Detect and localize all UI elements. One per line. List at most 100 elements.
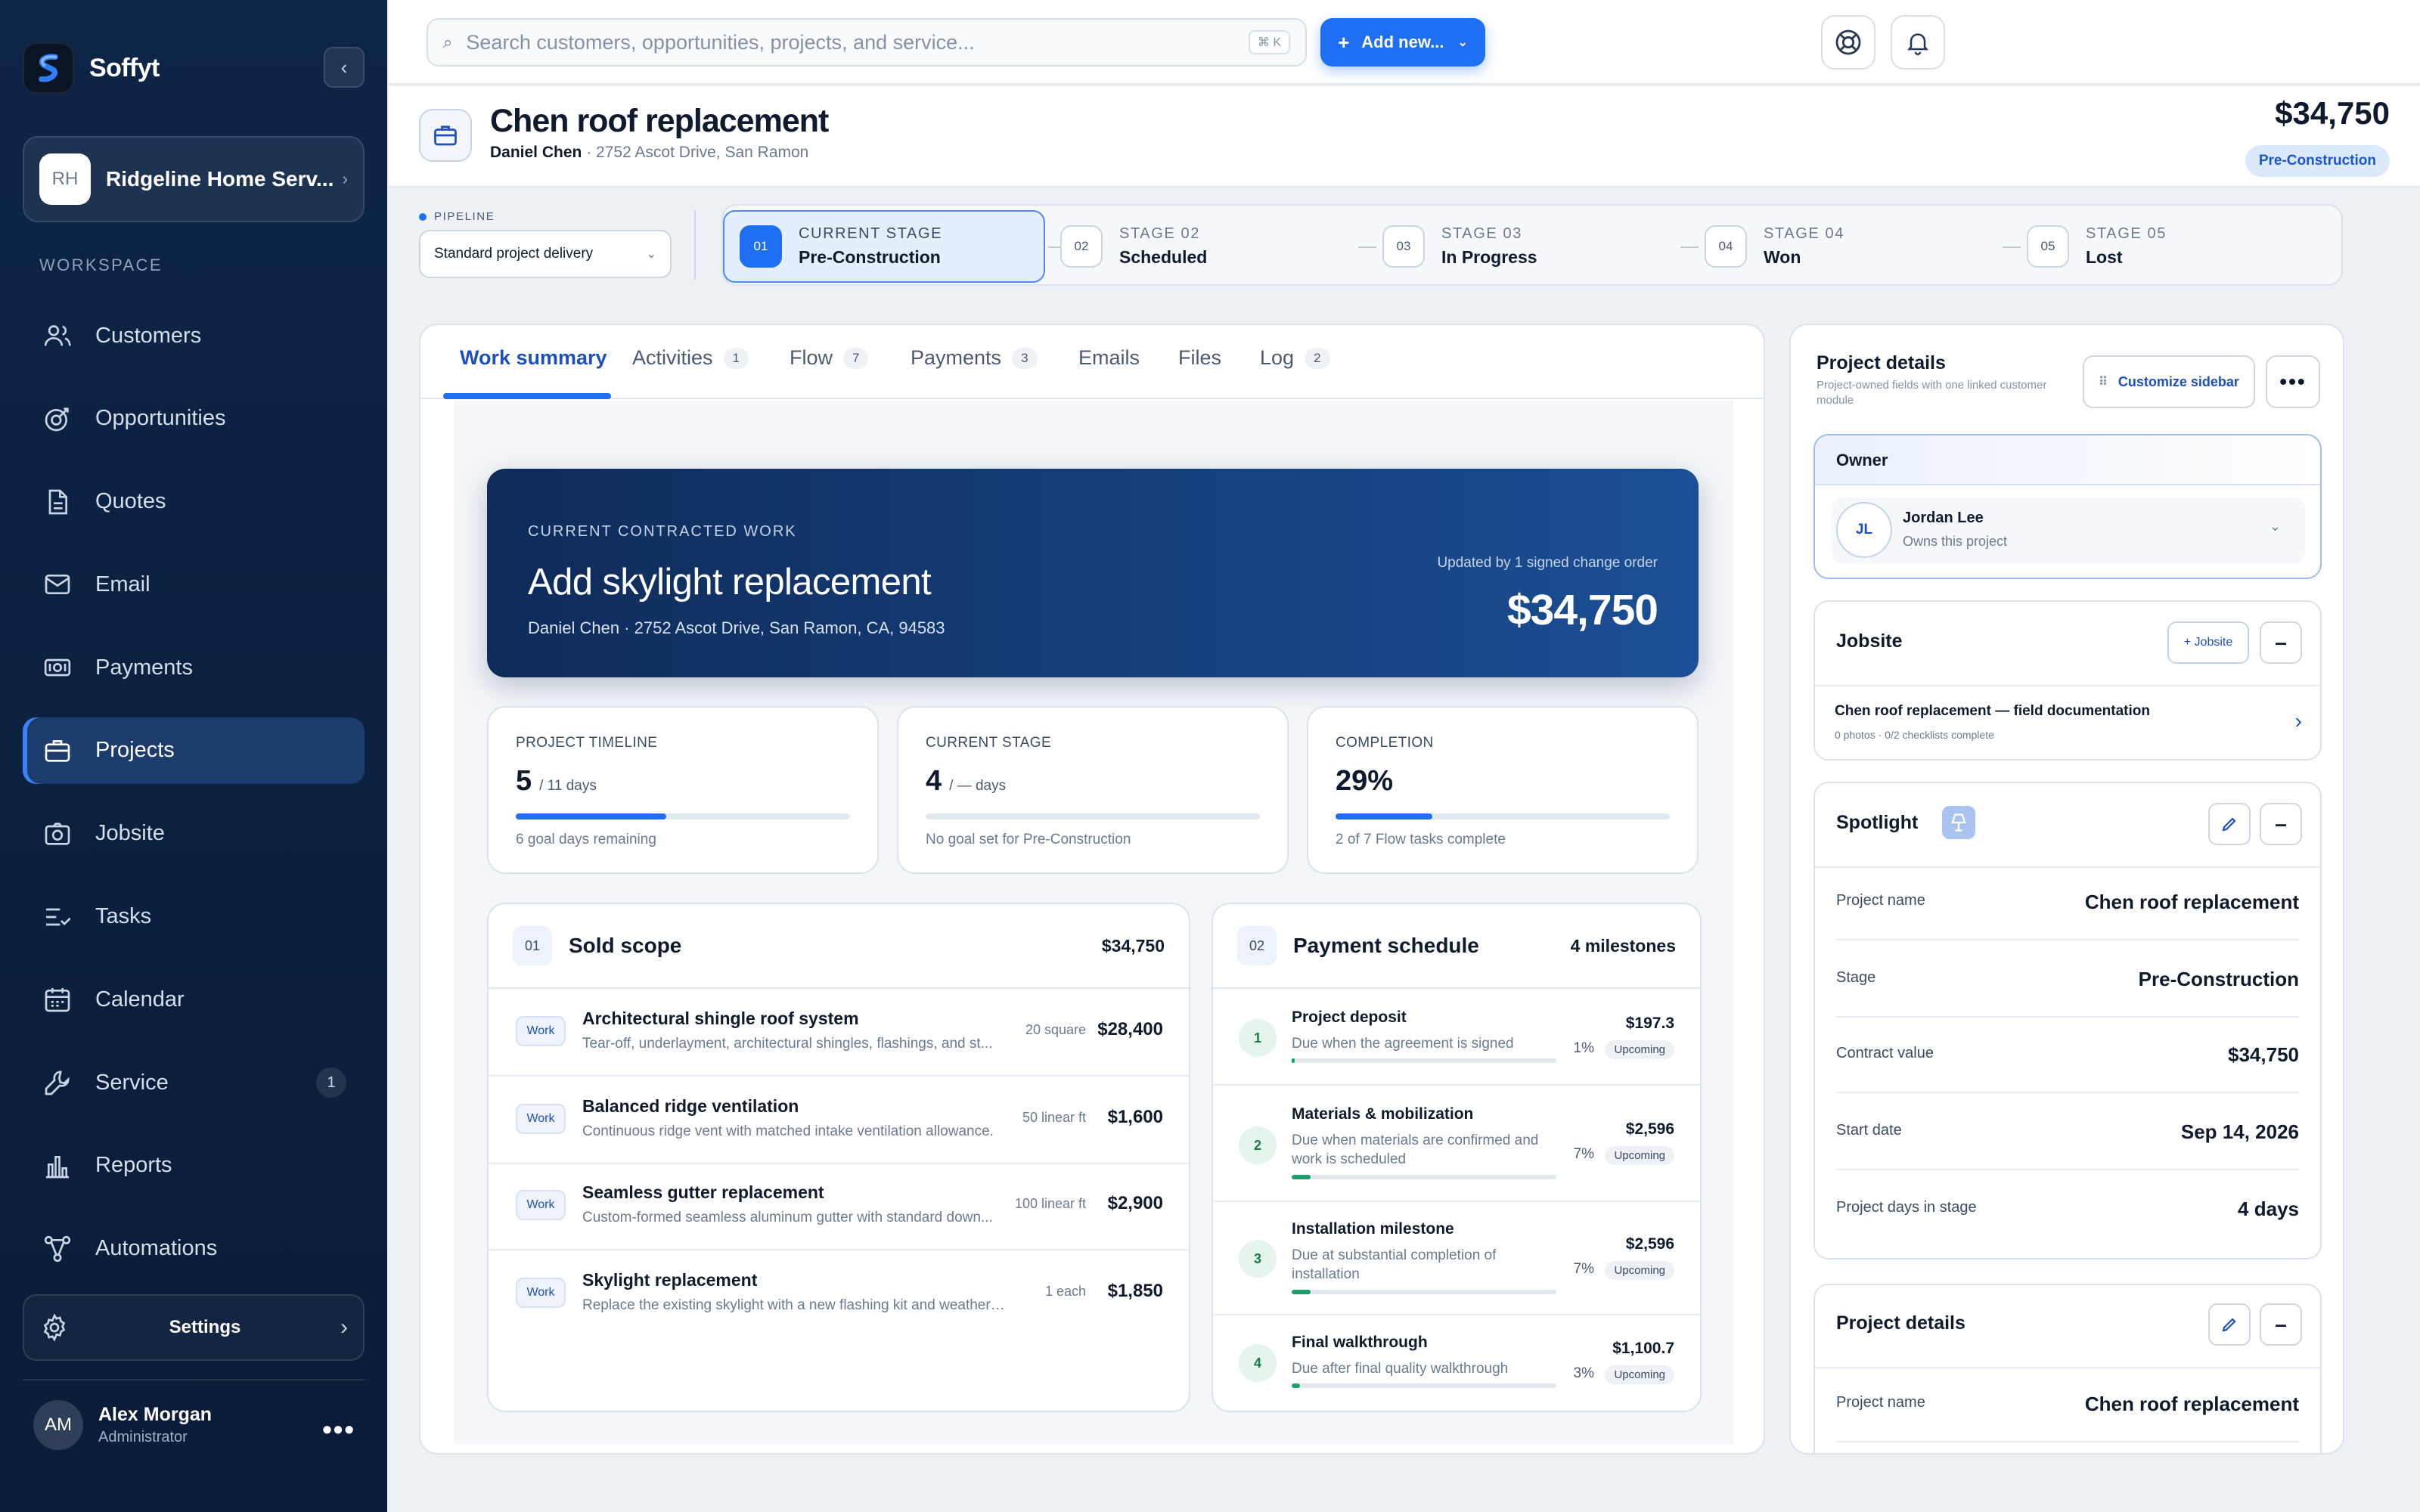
kpi-label: CURRENT STAGE <box>926 735 1052 751</box>
sidebar-item-projects[interactable]: Projects <box>23 717 365 784</box>
chevron-right-icon[interactable]: › <box>2295 709 2302 733</box>
list-item[interactable]: 4 Final walkthrough Due after final qual… <box>1213 1315 1700 1411</box>
field-value: Chen roof replacement <box>2084 1393 2299 1415</box>
collapse-details-button[interactable]: – <box>2260 1303 2302 1346</box>
tab-log[interactable]: Log 2 <box>1260 346 1330 370</box>
field-value: 4 days <box>2238 1198 2299 1220</box>
customize-sidebar-button[interactable]: ⠿ Customize sidebar <box>2083 355 2255 408</box>
user-role: Administrator <box>98 1429 188 1445</box>
add-jobsite-button[interactable]: + Jobsite <box>2167 621 2249 664</box>
dot-icon <box>419 212 427 221</box>
table-row[interactable]: Work Seamless gutter replacement Custom-… <box>489 1164 1189 1250</box>
field-start-date[interactable]: Start date Sep 14, 2026 <box>1836 1095 2299 1170</box>
list-item[interactable]: 2 Materials & mobilization Due when mate… <box>1213 1087 1700 1202</box>
field-days-in-stage[interactable]: Project days in stage 4 days <box>1836 1172 2299 1247</box>
minus-icon: – <box>2275 1312 2287 1336</box>
jobsite-item-title[interactable]: Chen roof replacement — field documentat… <box>1835 703 2150 720</box>
milestone-name: Project deposit <box>1292 1009 1407 1026</box>
sidebar-item-automations[interactable]: Automations <box>23 1216 365 1282</box>
work-summary-card: Work summary Activities 1 Flow 7 Payments 3… <box>419 324 1765 1455</box>
summary-canvas: CURRENT CONTRACTED WORK Add skylight rep… <box>454 401 1733 1444</box>
more-options-button[interactable]: ••• <box>2266 355 2320 408</box>
chevron-right-icon: › <box>340 1315 348 1340</box>
milestone-desc: Due when the agreement is signed <box>1292 1036 1514 1052</box>
tab-payments[interactable]: Payments 3 <box>911 346 1038 370</box>
sidebar-item-label: Jobsite <box>95 821 165 846</box>
list-item[interactable]: 1 Project deposit Due when the agreement… <box>1213 990 1700 1086</box>
owner-header-bg <box>1815 435 2320 485</box>
search-icon: ⌕ <box>443 33 453 51</box>
tab-count: 3 <box>1012 347 1038 369</box>
pipeline-select[interactable]: Standard project delivery ⌄ <box>419 230 672 278</box>
list-item[interactable]: 3 Installation milestone Due at substant… <box>1213 1202 1700 1315</box>
plus-icon: + <box>1338 30 1350 54</box>
tab-flow[interactable]: Flow 7 <box>790 346 869 370</box>
sidebar-item-quotes[interactable]: Quotes <box>23 469 365 535</box>
search-input[interactable]: ⌕ Search customers, opportunities, proje… <box>427 18 1307 67</box>
edit-spotlight-button[interactable] <box>2208 803 2251 845</box>
tab-emails[interactable]: Emails <box>1078 346 1140 370</box>
table-row[interactable]: Work Skylight replacement Replace the ex… <box>489 1252 1189 1338</box>
kpi-current-stage: CURRENT STAGE 4 / — days No goal set for … <box>897 706 1289 874</box>
collapse-spotlight-button[interactable]: – <box>2260 803 2302 845</box>
sidebar-item-customers[interactable]: Customers <box>23 302 365 369</box>
table-row[interactable]: Work Balanced ridge ventilation Continuo… <box>489 1078 1189 1164</box>
tab-files[interactable]: Files <box>1178 346 1221 370</box>
sidebar-item-jobsite[interactable]: Jobsite <box>23 801 365 867</box>
shortcut-hint: ⌘ K <box>1248 30 1290 54</box>
sidebar-item-tasks[interactable]: Tasks <box>23 884 365 950</box>
field-label: Project days in stage <box>1836 1199 1977 1216</box>
kpi-label: PROJECT TIMELINE <box>516 735 658 751</box>
notifications-button[interactable] <box>1891 15 1945 70</box>
line-item-desc: Tear-off, underlayment, architectural sh… <box>582 1036 993 1052</box>
field-stage[interactable]: Stage Pre-Construction <box>1836 942 2299 1018</box>
sidebar-item-calendar[interactable]: Calendar <box>23 966 365 1033</box>
sidebar-title: Project details <box>1817 352 1946 373</box>
chevron-down-icon: ⌄ <box>2269 519 2281 534</box>
milestone-amount: $2,596 <box>1625 1120 1674 1138</box>
stage-in-progress[interactable]: 03 STAGE 03 In Progress <box>1367 210 1670 283</box>
line-item-desc: Custom-formed seamless aluminum gutter w… <box>582 1210 993 1225</box>
hero-eyebrow: CURRENT CONTRACTED WORK <box>528 523 797 540</box>
sidebar-item-reports[interactable]: Reports <box>23 1132 365 1199</box>
sidebar-item-email[interactable]: Email <box>23 551 365 618</box>
field-project-name[interactable]: Project name Chen roof replacement <box>1836 1367 2299 1442</box>
owner-select[interactable]: JL Jordan Lee Owns this project ⌄ <box>1832 497 2305 564</box>
collapse-jobsite-button[interactable]: – <box>2260 621 2302 664</box>
spotlight-header: Spotlight <box>1836 812 1919 833</box>
checklist-icon <box>46 908 71 925</box>
chevron-left-icon: ‹ <box>340 55 348 79</box>
user-profile[interactable]: AM Alex Morgan Administrator ••• <box>23 1379 365 1458</box>
edit-details-button[interactable] <box>2208 1303 2251 1346</box>
stage-pre-construction[interactable]: 01 CURRENT STAGE Pre-Construction <box>723 210 1045 283</box>
stage-lost[interactable]: 05 STAGE 05 Lost <box>2012 210 2314 283</box>
sidebar-item-service[interactable]: Service 1 <box>23 1049 365 1116</box>
more-options-icon[interactable]: ••• <box>322 1414 355 1445</box>
table-row[interactable]: Work Architectural shingle roof system T… <box>489 990 1189 1077</box>
field-contract-value[interactable]: Contract value $34,750 <box>1836 1018 2299 1093</box>
hero-updated-note: Updated by 1 signed change order <box>1437 555 1658 571</box>
add-new-button[interactable]: + Add new... ⌄ <box>1320 18 1485 67</box>
stage-won[interactable]: 04 STAGE 04 Won <box>1689 210 1992 283</box>
field-project-name[interactable]: Project name Chen roof replacement <box>1836 865 2299 940</box>
line-item-name: Balanced ridge ventilation <box>582 1096 799 1116</box>
tab-count: 1 <box>723 347 749 369</box>
progress-bar <box>1292 1290 1556 1294</box>
settings-button[interactable]: Settings › <box>23 1294 365 1361</box>
soffyt-logo-icon[interactable] <box>23 42 74 94</box>
sidebar-item-payments[interactable]: Payments <box>23 634 365 701</box>
tab-activities[interactable]: Activities 1 <box>632 346 749 370</box>
stage-label: STAGE 04 <box>1764 225 1844 242</box>
help-button[interactable] <box>1821 15 1876 70</box>
tab-work-summary[interactable]: Work summary <box>460 346 607 370</box>
kpi-value: 4 / — days <box>926 765 1006 798</box>
line-item-qty: 100 linear ft <box>1014 1196 1086 1211</box>
milestone-count: 4 milestones <box>1570 935 1676 956</box>
org-switcher[interactable]: RH Ridgeline Home Serv... › <box>23 136 365 222</box>
stage-scheduled[interactable]: 02 STAGE 02 Scheduled <box>1045 210 1348 283</box>
stage-number: 05 <box>2027 225 2069 268</box>
sidebar-item-opportunities[interactable]: Opportunities <box>23 386 365 452</box>
collapse-sidebar-button[interactable]: ‹ <box>324 47 365 88</box>
target-icon <box>45 407 69 432</box>
customer-name[interactable]: Daniel Chen <box>490 144 582 161</box>
